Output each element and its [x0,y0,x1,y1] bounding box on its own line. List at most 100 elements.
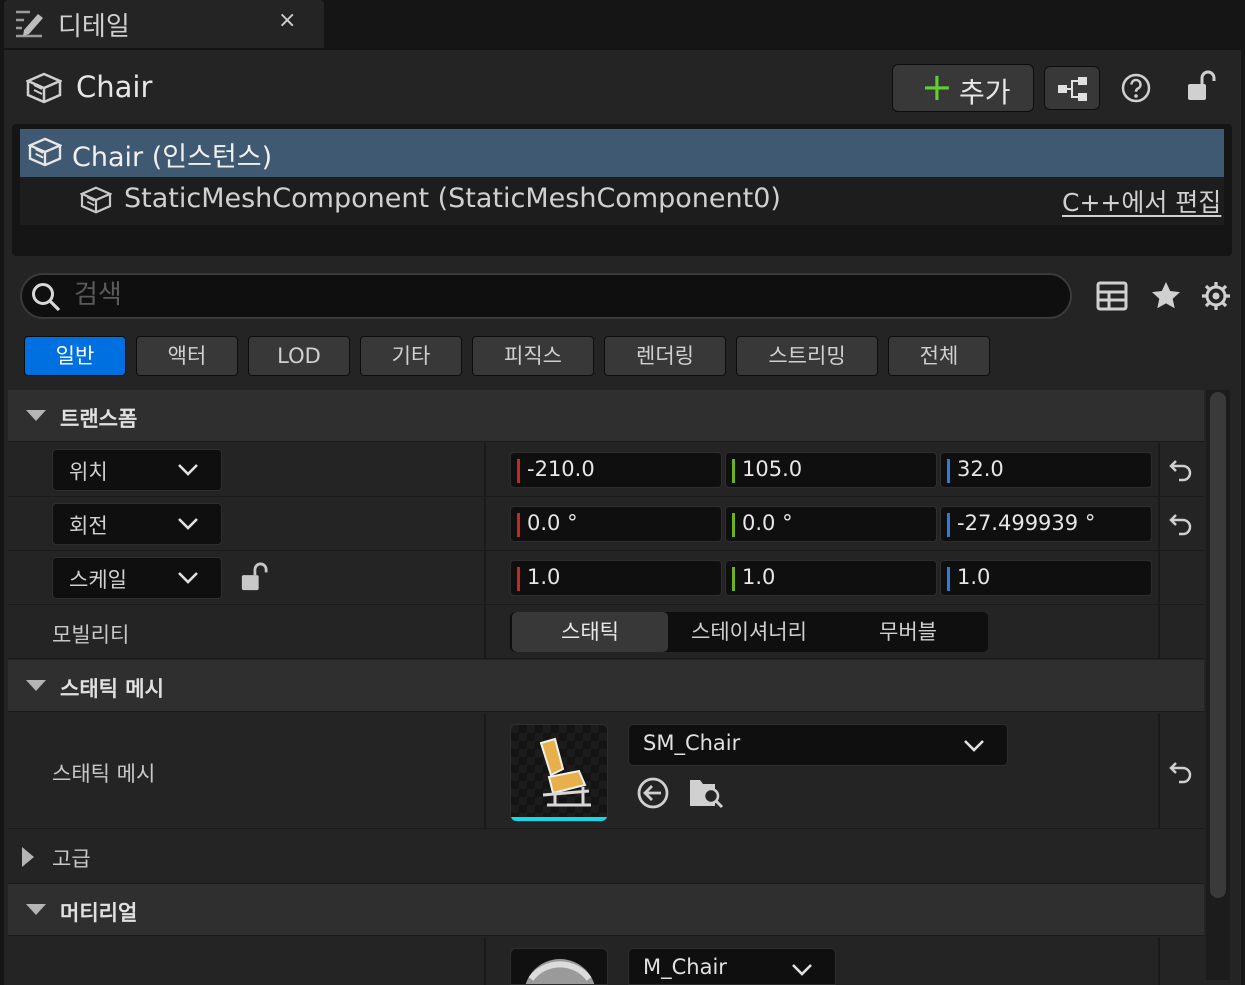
collapse-arrow-icon [26,680,46,691]
tree-child-label: StaticMeshComponent (StaticMeshComponent… [124,183,781,214]
actor-cube-icon [24,72,64,108]
tab-title: 디테일 [58,12,130,42]
search-input[interactable] [72,278,1052,312]
browse-to-asset-icon[interactable] [688,776,724,814]
plus-icon: + [921,65,953,109]
filter-actor[interactable]: 액터 [136,336,238,376]
advanced-label: 고급 [52,847,91,871]
category-static-mesh[interactable]: 스태틱 메시 [8,660,1204,712]
static-mesh-thumbnail[interactable] [510,724,608,822]
column-divider[interactable] [484,937,486,985]
z-axis-marker [947,459,950,483]
location-y-field[interactable]: 105.0 [725,452,937,488]
material-sphere-image [525,959,595,984]
static-mesh-label: 스태틱 메시 [52,762,156,786]
blueprint-button[interactable] [1044,66,1100,110]
collapse-arrow-icon [26,410,46,421]
scale-label: 스케일 [69,568,127,592]
scale-y-value: 1.0 [742,565,776,589]
filter-misc[interactable]: 기타 [360,336,462,376]
add-button-label: 추가 [959,76,1011,109]
location-x-field[interactable]: -210.0 [510,452,722,488]
category-title: 스태틱 메시 [60,677,164,701]
edit-in-cpp-link[interactable]: C++에서 편집 [1062,183,1221,219]
filter-physics[interactable]: 피직스 [472,336,594,376]
filter-lod[interactable]: LOD [248,336,350,376]
rotation-x-field[interactable]: 0.0 ° [510,506,722,542]
rotation-dropdown[interactable]: 회전 [52,503,222,545]
scale-dropdown[interactable]: 스케일 [52,557,222,599]
location-dropdown[interactable]: 위치 [52,449,222,491]
column-divider [1158,713,1160,829]
chevron-down-icon [178,518,198,530]
rotation-z-value: -27.499939 ° [957,511,1096,535]
table-view-icon[interactable] [1096,281,1128,315]
filter-rendering[interactable]: 렌더링 [604,336,726,376]
column-divider[interactable] [484,713,486,829]
expand-arrow-icon [22,847,34,867]
filter-general[interactable]: 일반 [24,336,126,376]
collapse-arrow-icon [26,904,46,915]
filter-all[interactable]: 전체 [888,336,990,376]
scale-y-field[interactable]: 1.0 [725,560,937,596]
blueprint-hierarchy-icon [1058,77,1087,101]
subcategory-advanced[interactable]: 고급 [8,830,1204,884]
mobility-option-stationary[interactable]: 스테이셔너리 [670,612,828,652]
actor-cube-icon [27,137,63,171]
add-component-button[interactable]: + 추가 [892,64,1034,112]
category-title: 머티리얼 [60,901,138,925]
filter-streaming[interactable]: 스트리밍 [736,336,878,376]
star-icon[interactable] [1150,280,1182,316]
chevron-down-icon [792,964,812,976]
location-x-value: -210.0 [527,457,595,481]
static-mesh-asset-name: SM_Chair [643,731,741,755]
rotation-label: 회전 [69,514,108,538]
material-asset-name: M_Chair [643,955,727,979]
help-icon[interactable] [1120,72,1152,108]
material-asset-picker[interactable]: M_Chair [628,948,836,985]
rotation-z-field[interactable]: -27.499939 ° [940,506,1152,542]
chevron-down-icon [178,464,198,476]
scrollbar-thumb[interactable] [1210,392,1226,898]
location-z-field[interactable]: 32.0 [940,452,1152,488]
x-axis-marker [517,513,520,537]
scale-lock-icon[interactable] [240,562,268,596]
category-material[interactable]: 머티리얼 [8,884,1204,936]
tree-root-label: Chair (인스턴스) [72,142,273,173]
material-thumbnail[interactable] [510,948,608,985]
y-axis-marker [732,567,735,591]
column-divider[interactable] [484,443,486,659]
details-pencil-icon [12,6,46,44]
mobility-option-movable[interactable]: 무버블 [830,612,986,652]
scale-x-field[interactable]: 1.0 [510,560,722,596]
category-title: 트랜스폼 [60,407,138,431]
rotation-y-field[interactable]: 0.0 ° [725,506,937,542]
tab-details[interactable] [4,0,324,48]
category-transform[interactable]: 트랜스폼 [8,390,1204,442]
rotation-x-value: 0.0 ° [527,511,578,535]
reset-to-default-icon[interactable] [1168,512,1194,540]
y-axis-marker [732,459,735,483]
reset-to-default-icon[interactable] [1168,760,1194,788]
close-icon[interactable]: × [278,8,296,33]
actor-title: Chair [76,70,153,104]
scale-z-field[interactable]: 1.0 [940,560,1152,596]
static-mesh-asset-picker[interactable]: SM_Chair [628,724,1008,766]
chair-thumbnail-image [511,725,607,821]
x-axis-marker [517,459,520,483]
unlock-icon[interactable] [1186,70,1216,106]
chevron-down-icon [178,572,198,584]
use-selected-asset-icon[interactable] [636,776,670,814]
gear-icon[interactable] [1200,280,1232,316]
search-icon [30,281,62,317]
z-axis-marker [947,567,950,591]
location-label: 위치 [69,460,108,484]
x-axis-marker [517,567,520,591]
reset-to-default-icon[interactable] [1168,458,1194,486]
location-z-value: 32.0 [957,457,1004,481]
rotation-y-value: 0.0 ° [742,511,793,535]
scale-x-value: 1.0 [527,565,561,589]
mobility-option-static[interactable]: 스태틱 [512,612,668,652]
static-mesh-icon [79,186,113,218]
z-axis-marker [947,513,950,537]
